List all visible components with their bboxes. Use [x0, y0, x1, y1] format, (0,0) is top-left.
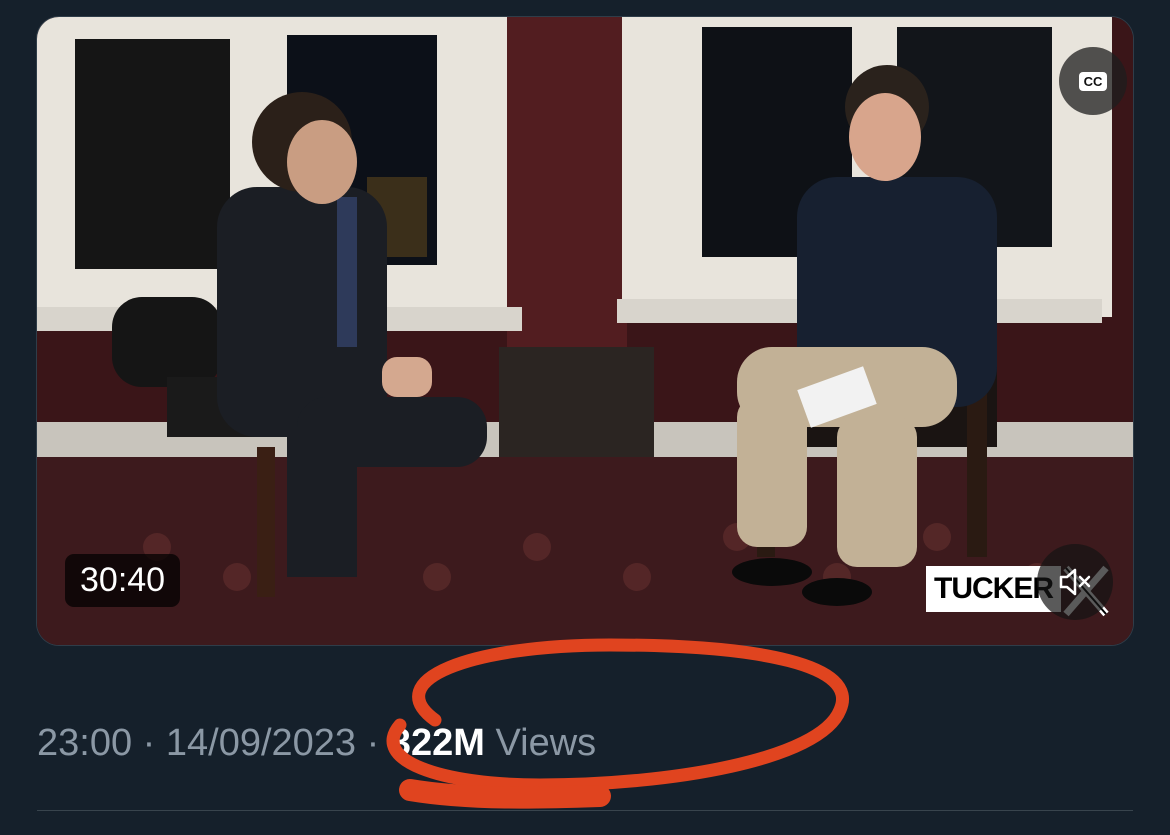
- views-label[interactable]: Views: [495, 722, 596, 764]
- video-player[interactable]: CC 30:40 TUCKER: [37, 17, 1133, 645]
- separator: ·: [366, 722, 380, 764]
- mute-button[interactable]: [1037, 544, 1113, 620]
- video-duration: 30:40: [65, 554, 181, 607]
- separator: ·: [142, 722, 156, 764]
- tweet-date[interactable]: 14/09/2023: [166, 722, 356, 764]
- tweet-metadata: 23:00 · 14/09/2023 · 322M Views: [37, 722, 596, 765]
- speaker-muted-icon: [1059, 568, 1091, 596]
- cc-button[interactable]: CC: [1059, 47, 1127, 115]
- views-count[interactable]: 322M: [390, 722, 485, 764]
- video-thumbnail: [37, 17, 1133, 645]
- tweet-time[interactable]: 23:00: [37, 722, 132, 764]
- divider: [37, 810, 1133, 811]
- cc-icon: CC: [1078, 71, 1108, 91]
